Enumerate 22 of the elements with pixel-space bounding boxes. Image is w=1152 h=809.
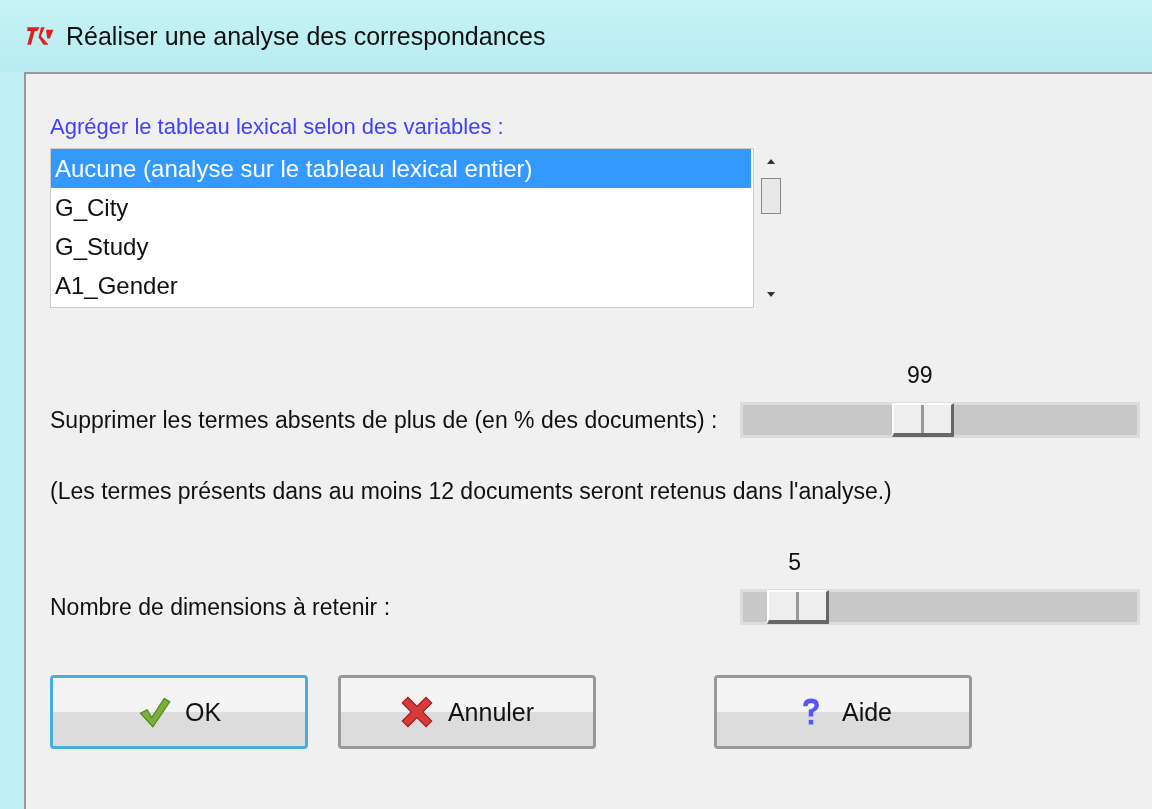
cross-icon: [399, 695, 434, 729]
cancel-button[interactable]: Annuler: [338, 675, 596, 749]
help-button[interactable]: Aide: [714, 675, 972, 749]
list-label: Agréger le tableau lexical selon des variables :: [50, 114, 505, 140]
slider-value: 99: [906, 362, 933, 389]
slider-thumb[interactable]: [766, 590, 829, 624]
list-item[interactable]: A1_Gender: [51, 266, 751, 305]
list-item[interactable]: G_City: [51, 188, 751, 227]
slider-label: Nombre de dimensions à retenir :: [50, 594, 391, 622]
slider-thumb[interactable]: [891, 403, 954, 437]
info-text: (Les termes présents dans au moins 12 documents seront retenus dans l'analyse.): [50, 478, 893, 505]
scroll-thumb[interactable]: [761, 178, 781, 214]
ok-button[interactable]: OK: [50, 675, 308, 749]
slider-track[interactable]: [740, 402, 1140, 438]
list-item[interactable]: G_Study: [51, 227, 751, 266]
slider-track[interactable]: [740, 589, 1140, 625]
variable-list[interactable]: Aucune (analyse sur le tableau lexical entier) G_City G_Study A1_Gender: [50, 148, 754, 308]
slider-value: 5: [788, 549, 802, 576]
scroll-up-icon[interactable]: [766, 158, 776, 164]
window-title: Réaliser une analyse des correspondances: [66, 21, 546, 51]
slider-label: Supprimer les termes absents de plus de (en % des documents) :: [50, 407, 718, 435]
scroll-down-icon[interactable]: [766, 292, 776, 298]
